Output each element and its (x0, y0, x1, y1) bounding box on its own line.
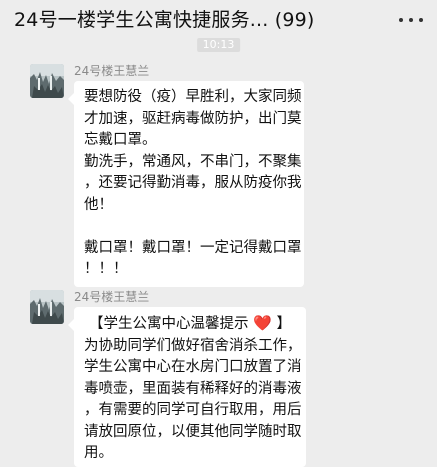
message-bubble[interactable]: 【学生公寓中心温馨提示 ❤️ 】 为协助同学们做好宿舍消杀工作， 学生公寓中心在… (68, 307, 306, 467)
message-line: ，还要记得勤消毒，服从防疫你我 (84, 175, 302, 191)
heading-left: 【学生公寓中心温馨提示 (89, 316, 249, 332)
dot (399, 18, 403, 22)
avatar[interactable] (30, 64, 64, 98)
avatar[interactable] (30, 290, 64, 324)
message-line: 忘戴口罩。 (84, 132, 157, 148)
chat-header: 24号一楼学生公寓快捷服务... (99) (0, 0, 437, 36)
sender-name: 24号楼王慧兰 (74, 290, 150, 304)
chat-title[interactable]: 24号一楼学生公寓快捷服务... (99) (14, 5, 315, 32)
message-line: 戴口罩！戴口罩！一定记得戴口罩 (84, 239, 302, 256)
message-line: ，有需要的同学可自行取用，用后 (84, 402, 302, 418)
message-line: 用。 (84, 445, 113, 461)
message-line: 才加速，驱赶病毒做防护，出门莫 (84, 110, 302, 127)
message-heading: 【学生公寓中心温馨提示 ❤️ 】 (84, 313, 296, 336)
message-line: 请放回原位，以便其他同学随时取 (84, 423, 302, 440)
message-line: 为协助同学们做好宿舍消杀工作， (84, 337, 302, 354)
more-dots-icon[interactable] (399, 10, 423, 30)
message-line: ！！！ (84, 261, 128, 277)
message-line: 要想防役（疫）早胜利，大家同频 (84, 89, 302, 105)
heart-icon: ❤️ (253, 314, 272, 332)
dot (409, 18, 413, 22)
message-line: 勤洗手，常通风，不串门，不聚集 (84, 153, 302, 170)
heading-right: 】 (276, 316, 291, 332)
sender-name: 24号楼王慧兰 (74, 64, 150, 78)
message-line: 学生公寓中心在水房门口放置了消 (84, 359, 302, 375)
message-line: 毒喷壶，里面装有稀释好的消毒液 (84, 380, 302, 397)
message-bubble[interactable]: 要想防役（疫）早胜利，大家同频 才加速，驱赶病毒做防护，出门莫 忘戴口罩。 勤洗… (68, 81, 304, 287)
avatar-landscape-icon (30, 64, 64, 98)
message-line: 他！ (84, 196, 113, 213)
dot (419, 18, 423, 22)
avatar-landscape-icon (30, 290, 64, 324)
message-timestamp: 10:13 (196, 38, 241, 52)
